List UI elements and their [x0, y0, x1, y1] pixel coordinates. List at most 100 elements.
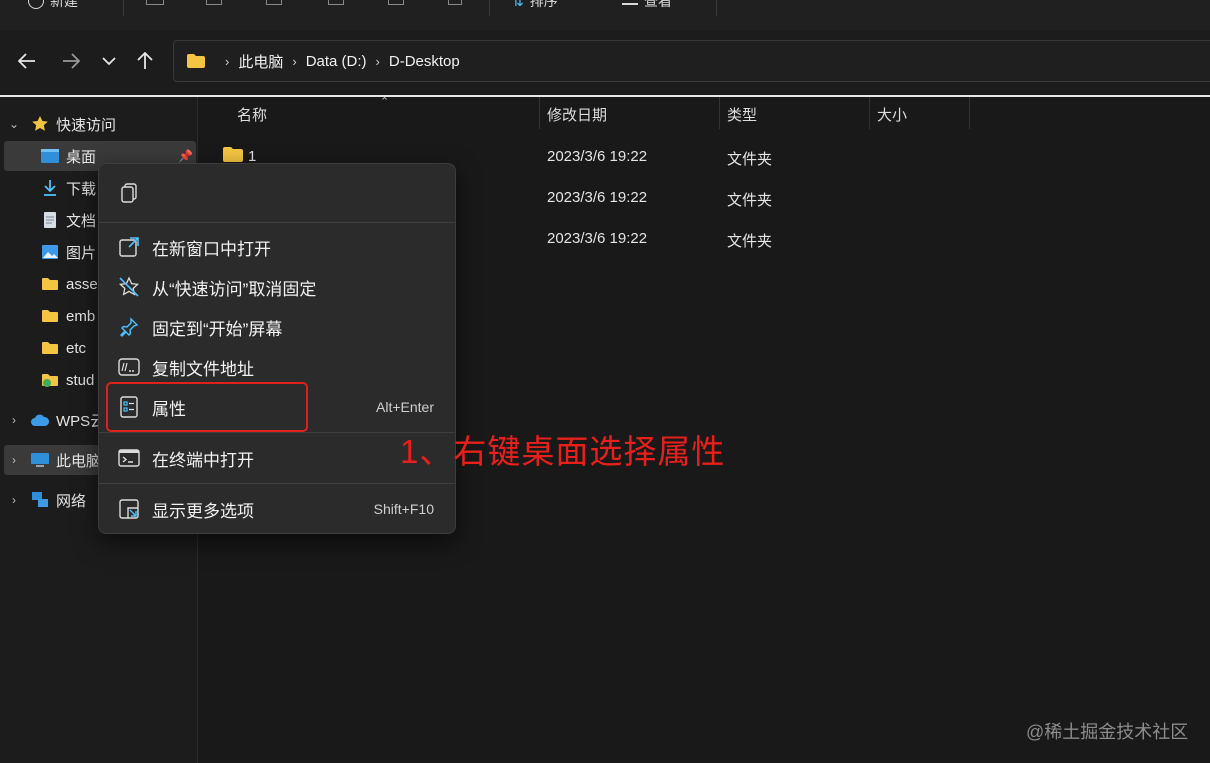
sidebar-network[interactable]: › 网络 [8, 485, 86, 515]
network-icon [30, 491, 50, 509]
cut-button[interactable] [146, 0, 164, 12]
copy-icon [118, 182, 140, 204]
recent-locations-button[interactable] [96, 47, 122, 75]
arrow-left-icon [18, 53, 35, 69]
view-label: 查看 [644, 0, 672, 9]
sidebar-label: 桌面 [66, 148, 97, 166]
view-icon [622, 3, 638, 5]
sidebar-item-folder[interactable]: emb [40, 301, 95, 331]
download-icon [40, 179, 60, 197]
sidebar-item-folder[interactable]: asse [40, 269, 98, 299]
sidebar-label: 此电脑 [56, 452, 102, 470]
sort-label: 排序 [529, 0, 558, 9]
up-button[interactable] [132, 47, 158, 75]
sidebar-item-pictures[interactable]: 图片 [40, 237, 96, 267]
document-icon [40, 211, 60, 229]
open-external-icon [118, 236, 140, 258]
breadcrumb-d-desktop[interactable]: D-Desktop [389, 53, 460, 70]
toolbar-divider [489, 0, 490, 16]
column-divider[interactable] [539, 97, 540, 129]
back-button[interactable] [14, 47, 40, 75]
copy-menu-button[interactable] [99, 174, 455, 212]
column-divider[interactable] [869, 97, 870, 129]
column-divider[interactable] [719, 97, 720, 129]
sort-up-icon: ⌃ [380, 96, 390, 108]
file-modified: 2023/3/6 19:22 [547, 189, 648, 206]
menu-separator [99, 222, 455, 223]
folder-green-icon [40, 371, 60, 389]
share-button[interactable] [388, 0, 406, 12]
sort-button[interactable]: ⇅ 排序 [512, 0, 558, 12]
column-header-modified[interactable]: 修改日期 [547, 104, 607, 126]
menu-label: 从“快速访问”取消固定 [152, 279, 317, 299]
rename-button[interactable] [328, 0, 346, 12]
column-header-name[interactable]: 名称 [237, 104, 267, 126]
toolbar-divider [716, 0, 717, 16]
annotation-text: 1、右键桌面选择属性 [400, 433, 726, 470]
menu-label: 复制文件地址 [152, 359, 254, 379]
sidebar-quick-access[interactable]: ⌄ 快速访问 [8, 109, 116, 139]
column-header-size[interactable]: 大小 [877, 104, 907, 126]
command-bar: 新建 ⇅ 排序 查看 [0, 0, 1210, 30]
unpin-star-icon [118, 276, 140, 298]
sort-icon: ⇅ [512, 0, 524, 9]
menu-item-open-new-window[interactable]: 在新窗口中打开 [99, 228, 455, 266]
menu-shortcut: Alt+Enter [376, 399, 434, 415]
sidebar-wps-cloud[interactable]: › WPS云 [8, 405, 105, 435]
desktop-icon [40, 147, 60, 165]
copy-button[interactable] [206, 0, 224, 12]
view-button[interactable]: 查看 [622, 0, 672, 12]
menu-item-unpin-quick-access[interactable]: 从“快速访问”取消固定 [99, 268, 455, 306]
file-type: 文件夹 [727, 192, 773, 209]
cut-icon [146, 0, 164, 5]
file-type: 文件夹 [727, 233, 773, 250]
sidebar-item-downloads[interactable]: 下载 [40, 173, 96, 203]
folder-icon [40, 275, 60, 293]
menu-item-more-options[interactable]: 显示更多选项 Shift+F10 [99, 490, 455, 528]
share-icon [388, 0, 404, 5]
menu-shortcut: Shift+F10 [373, 501, 434, 517]
new-label: 新建 [50, 0, 78, 9]
sidebar-label: 文档 [66, 212, 97, 230]
chevron-down-icon: ⌄ [8, 117, 20, 131]
paste-button[interactable] [266, 0, 284, 12]
sidebar-item-documents[interactable]: 文档 [40, 205, 96, 235]
folder-icon [187, 54, 205, 68]
arrow-up-icon [137, 52, 153, 69]
computer-icon [30, 451, 50, 469]
chevron-right-icon: › [12, 493, 16, 507]
address-bar[interactable]: › 此电脑 › Data (D:) › D-Desktop [173, 40, 1210, 82]
paste-icon [266, 0, 282, 5]
arrow-right-icon [63, 53, 80, 69]
sidebar-label: etc [66, 339, 87, 357]
column-divider[interactable] [969, 97, 970, 129]
sidebar-label: 下载 [66, 180, 97, 198]
menu-label: 在终端中打开 [152, 450, 254, 470]
file-modified: 2023/3/6 19:22 [547, 148, 648, 165]
column-header-type[interactable]: 类型 [727, 104, 757, 126]
folder-icon [40, 307, 60, 325]
watermark: @稀土掘金技术社区 [1026, 722, 1189, 742]
more-options-icon [118, 498, 140, 520]
breadcrumb-this-pc[interactable]: 此电脑 [238, 51, 283, 72]
sidebar-label: asse [66, 275, 98, 293]
forward-button[interactable] [58, 47, 84, 75]
star-icon [30, 115, 50, 133]
cloud-icon [30, 411, 50, 429]
new-button[interactable]: 新建 [28, 0, 78, 12]
chevron-right-icon: › [225, 53, 230, 69]
menu-item-pin-start[interactable]: 固定到“开始”屏幕 [99, 308, 455, 346]
sidebar-item-folder[interactable]: etc [40, 333, 86, 363]
menu-separator [99, 483, 455, 484]
menu-item-copy-path[interactable]: 复制文件地址 [99, 348, 455, 386]
breadcrumb-drive-d[interactable]: Data (D:) [306, 53, 367, 70]
delete-button[interactable] [448, 0, 466, 12]
rename-icon [328, 0, 344, 5]
pin-icon: 📌 [178, 149, 193, 163]
file-type: 文件夹 [727, 151, 773, 168]
sidebar-label: 快速访问 [56, 116, 117, 134]
picture-icon [40, 243, 60, 261]
file-modified: 2023/3/6 19:22 [547, 230, 648, 247]
chevron-right-icon: › [375, 53, 380, 69]
sidebar-item-folder[interactable]: stud [40, 365, 94, 395]
